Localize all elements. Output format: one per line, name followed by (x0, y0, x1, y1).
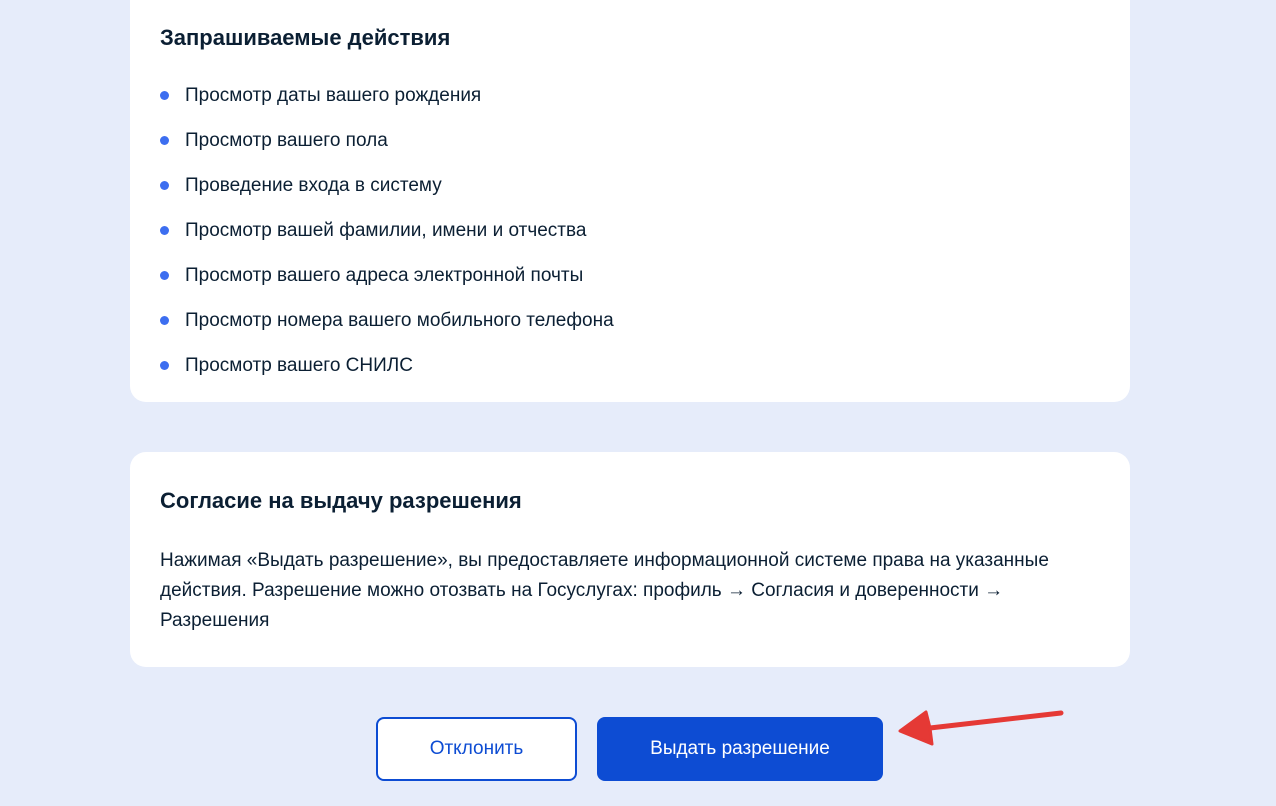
permission-label: Просмотр вашего пола (185, 129, 388, 151)
list-item: Просмотр вашего адреса электронной почты (160, 253, 1100, 298)
bullet-icon (160, 361, 169, 370)
list-item: Просмотр номера вашего мобильного телефо… (160, 298, 1100, 343)
decline-button[interactable]: Отклонить (376, 717, 577, 781)
permission-label: Проведение входа в систему (185, 174, 442, 196)
consent-text: Нажимая «Выдать разрешение», вы предоста… (160, 550, 1049, 631)
requested-actions-card: Запрашиваемые действия Просмотр даты ваш… (130, 0, 1130, 402)
bullet-icon (160, 316, 169, 325)
bullet-icon (160, 181, 169, 190)
list-item: Просмотр вашего СНИЛС (160, 343, 1100, 388)
bullet-icon (160, 226, 169, 235)
permission-label: Просмотр номера вашего мобильного телефо… (185, 309, 614, 331)
permission-label: Просмотр вашего СНИЛС (185, 354, 413, 376)
permissions-list: Просмотр даты вашего рождения Просмотр в… (160, 73, 1100, 388)
permission-label: Просмотр вашего адреса электронной почты (185, 264, 584, 286)
bullet-icon (160, 271, 169, 280)
bullet-icon (160, 91, 169, 100)
requested-actions-title: Запрашиваемые действия (160, 25, 451, 50)
list-item: Просмотр вашего пола (160, 118, 1100, 163)
list-item: Проведение входа в систему (160, 163, 1100, 208)
list-item: Просмотр даты вашего рождения (160, 73, 1100, 118)
bullet-icon (160, 136, 169, 145)
consent-title: Согласие на выдачу разрешения (160, 488, 522, 513)
permission-label: Просмотр даты вашего рождения (185, 84, 482, 106)
list-item: Просмотр вашей фамилии, имени и отчества (160, 208, 1100, 253)
grant-permission-button[interactable]: Выдать разрешение (597, 717, 883, 781)
consent-card: Согласие на выдачу разрешения Нажимая «В… (130, 452, 1130, 667)
permission-label: Просмотр вашей фамилии, имени и отчества (185, 219, 587, 241)
